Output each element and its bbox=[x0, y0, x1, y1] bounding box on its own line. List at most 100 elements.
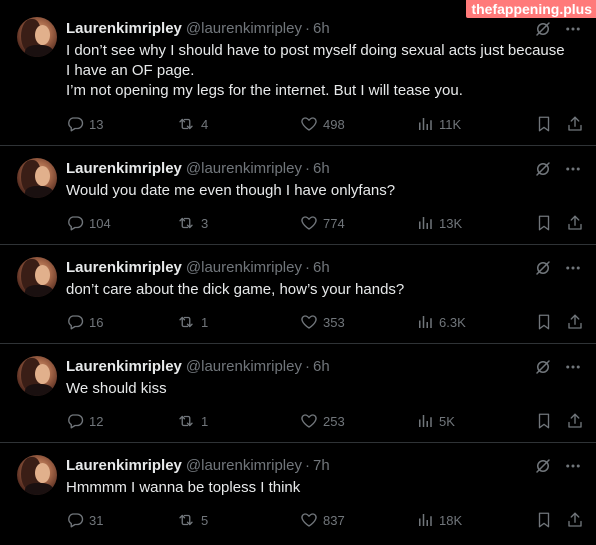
reply-button[interactable]: 31 bbox=[66, 510, 103, 530]
like-button-count: 353 bbox=[323, 314, 345, 330]
tweet-text: We should kiss bbox=[66, 379, 586, 399]
retweet-button[interactable]: 3 bbox=[176, 213, 208, 233]
user-handle[interactable]: @laurenkimripley bbox=[186, 20, 302, 37]
heart-icon bbox=[300, 115, 318, 133]
like-button[interactable]: 253 bbox=[300, 411, 345, 431]
bookmark-button[interactable] bbox=[535, 213, 553, 233]
more-icon[interactable] bbox=[564, 259, 582, 277]
views-icon bbox=[416, 412, 434, 430]
reply-button[interactable]: 104 bbox=[66, 213, 111, 233]
heart-icon bbox=[300, 214, 318, 232]
views-icon bbox=[416, 511, 434, 529]
avatar[interactable] bbox=[17, 257, 57, 297]
reply-button[interactable]: 12 bbox=[66, 411, 103, 431]
like-button[interactable]: 498 bbox=[300, 114, 345, 134]
share-button[interactable] bbox=[566, 510, 584, 530]
tweet-text: Hmmmm I wanna be topless I think bbox=[66, 478, 586, 498]
display-name[interactable]: Laurenkimripley bbox=[66, 259, 182, 276]
more-icon[interactable] bbox=[564, 160, 582, 178]
reply-button[interactable]: 13 bbox=[66, 114, 103, 134]
bookmark-icon bbox=[535, 412, 553, 430]
user-handle[interactable]: @laurenkimripley bbox=[186, 160, 302, 177]
share-button[interactable] bbox=[566, 114, 584, 134]
like-button[interactable]: 774 bbox=[300, 213, 345, 233]
bookmark-button[interactable] bbox=[535, 510, 553, 530]
timestamp[interactable]: 6h bbox=[313, 358, 330, 375]
grok-icon[interactable] bbox=[534, 358, 552, 376]
retweet-icon bbox=[176, 115, 196, 133]
tweet-text-line: don’t care about the dick game, how’s yo… bbox=[66, 281, 405, 298]
tweet[interactable]: Laurenkimripley @laurenkimripley · 6h We sh… bbox=[0, 344, 596, 443]
grok-icon[interactable] bbox=[534, 160, 552, 178]
bookmark-button[interactable] bbox=[535, 312, 553, 332]
user-handle[interactable]: @laurenkimripley bbox=[186, 358, 302, 375]
views-button[interactable]: 6.3K bbox=[416, 312, 466, 332]
heart-icon bbox=[300, 511, 318, 529]
retweet-button[interactable]: 4 bbox=[176, 114, 208, 134]
retweet-button[interactable]: 1 bbox=[176, 411, 208, 431]
tweet-top-actions bbox=[534, 456, 582, 476]
share-button[interactable] bbox=[566, 312, 584, 332]
share-button[interactable] bbox=[566, 213, 584, 233]
tweet[interactable]: Laurenkimripley @laurenkimripley · 6h I don… bbox=[0, 0, 596, 146]
tweet-top-actions bbox=[534, 357, 582, 377]
display-name[interactable]: Laurenkimripley bbox=[66, 20, 182, 37]
bookmark-button[interactable] bbox=[535, 114, 553, 134]
timestamp[interactable]: 6h bbox=[313, 160, 330, 177]
user-handle[interactable]: @laurenkimripley bbox=[186, 457, 302, 474]
bookmark-icon bbox=[535, 115, 553, 133]
like-button-count: 253 bbox=[323, 413, 345, 429]
avatar[interactable] bbox=[17, 455, 57, 495]
more-icon[interactable] bbox=[564, 358, 582, 376]
like-button[interactable]: 837 bbox=[300, 510, 345, 530]
views-button-count: 13K bbox=[439, 215, 463, 231]
retweet-button-count: 4 bbox=[201, 116, 209, 132]
views-button[interactable]: 11K bbox=[416, 114, 461, 134]
more-icon[interactable] bbox=[564, 457, 582, 475]
display-name[interactable]: Laurenkimripley bbox=[66, 457, 182, 474]
grok-icon[interactable] bbox=[534, 259, 552, 277]
grok-icon[interactable] bbox=[534, 457, 552, 475]
tweet-header: Laurenkimripley @laurenkimripley · 6h bbox=[66, 159, 330, 179]
avatar[interactable] bbox=[17, 356, 57, 396]
display-name[interactable]: Laurenkimripley bbox=[66, 358, 182, 375]
bookmark-button[interactable] bbox=[535, 411, 553, 431]
separator-dot: · bbox=[305, 160, 310, 177]
views-button[interactable]: 5K bbox=[416, 411, 455, 431]
like-button-count: 498 bbox=[323, 116, 345, 132]
grok-icon[interactable] bbox=[534, 20, 552, 38]
retweet-button[interactable]: 1 bbox=[176, 312, 208, 332]
tweet-text: I don’t see why I should have to post my… bbox=[66, 41, 586, 101]
share-icon bbox=[566, 115, 584, 133]
retweet-button[interactable]: 5 bbox=[176, 510, 208, 530]
tweet-text-line: I’m not opening my legs for the internet… bbox=[66, 82, 463, 99]
timestamp[interactable]: 6h bbox=[313, 20, 330, 37]
tweet[interactable]: Laurenkimripley @laurenkimripley · 7h Hmmmm… bbox=[0, 443, 596, 545]
reply-icon bbox=[66, 511, 84, 529]
tweet[interactable]: Laurenkimripley @laurenkimripley · 6h Would… bbox=[0, 146, 596, 245]
tweet[interactable]: Laurenkimripley @laurenkimripley · 6h don’t… bbox=[0, 245, 596, 344]
reply-icon bbox=[66, 214, 84, 232]
views-icon bbox=[416, 214, 434, 232]
like-button[interactable]: 353 bbox=[300, 312, 345, 332]
more-icon[interactable] bbox=[564, 20, 582, 38]
retweet-button-count: 1 bbox=[201, 413, 209, 429]
timestamp[interactable]: 6h bbox=[313, 259, 330, 276]
tweet-header: Laurenkimripley @laurenkimripley · 6h bbox=[66, 258, 330, 278]
views-button[interactable]: 13K bbox=[416, 213, 462, 233]
reply-button[interactable]: 16 bbox=[66, 312, 103, 332]
avatar[interactable] bbox=[17, 158, 57, 198]
avatar[interactable] bbox=[17, 17, 57, 57]
user-handle[interactable]: @laurenkimripley bbox=[186, 259, 302, 276]
display-name[interactable]: Laurenkimripley bbox=[66, 160, 182, 177]
share-button[interactable] bbox=[566, 411, 584, 431]
retweet-icon bbox=[176, 313, 196, 331]
retweet-button-count: 3 bbox=[201, 215, 209, 231]
tweet-text-line: We should kiss bbox=[66, 380, 167, 397]
tweet-actions: 104 3 774 13K bbox=[66, 213, 586, 233]
views-button[interactable]: 18K bbox=[416, 510, 462, 530]
tweet-text-line: Hmmmm I wanna be topless I think bbox=[66, 479, 301, 496]
timestamp[interactable]: 7h bbox=[313, 457, 330, 474]
reply-button-count: 13 bbox=[89, 116, 104, 132]
retweet-icon bbox=[176, 412, 196, 430]
